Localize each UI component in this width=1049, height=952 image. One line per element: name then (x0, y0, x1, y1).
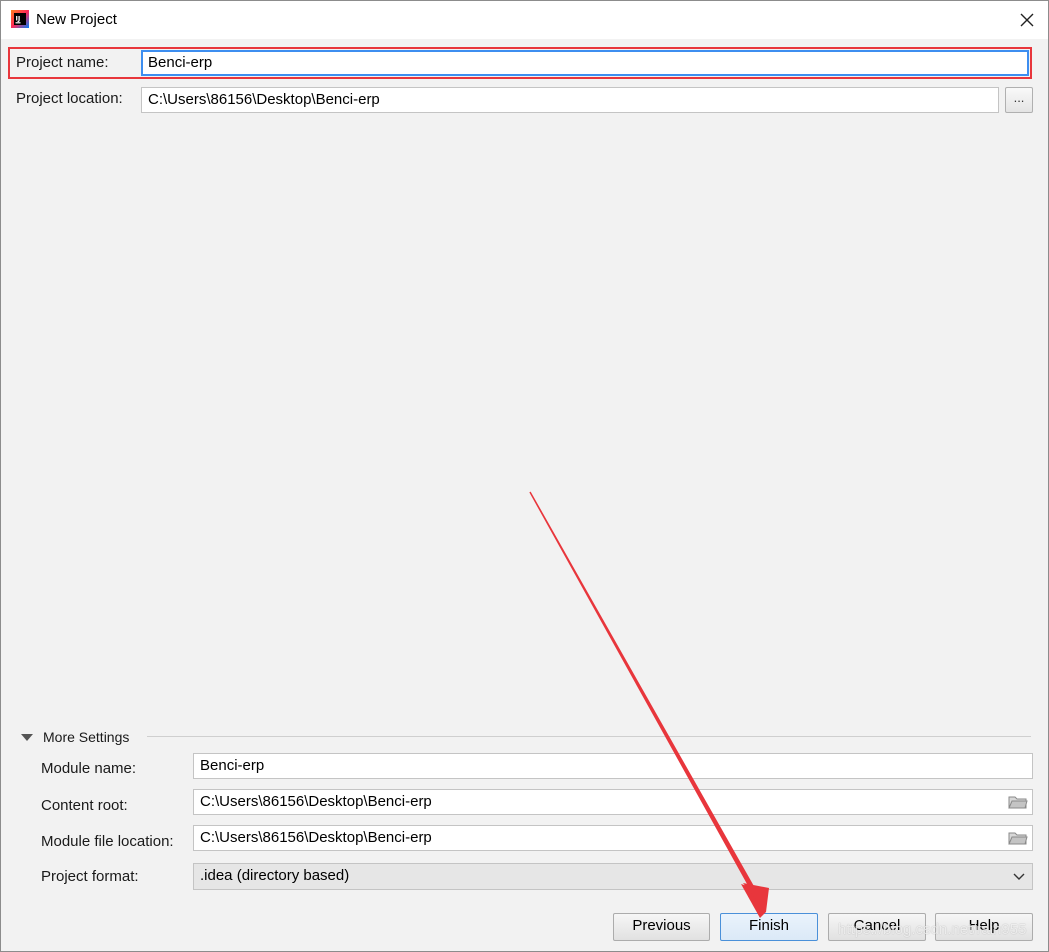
project-format-select[interactable]: .idea (directory based) (193, 863, 1033, 890)
module-file-location-label: Module file location: (41, 833, 174, 850)
close-icon (1020, 13, 1034, 27)
project-format-label: Project format: (41, 868, 139, 885)
content-root-label: Content root: (41, 797, 128, 814)
module-file-location-input[interactable]: C:\Users\86156\Desktop\Benci-erp (193, 825, 1033, 851)
folder-icon[interactable] (1008, 794, 1028, 810)
browse-location-button[interactable]: ... (1005, 87, 1033, 113)
watermark: https://blog.csdn.net/rain955 (838, 921, 1027, 938)
chevron-down-icon (1013, 873, 1025, 880)
collapse-triangle-icon (21, 733, 33, 741)
module-file-location-value: C:\Users\86156\Desktop\Benci-erp (200, 829, 432, 846)
window-title: New Project (36, 11, 117, 28)
module-name-input[interactable]: Benci-erp (193, 753, 1033, 779)
svg-text:IJ: IJ (16, 15, 21, 23)
folder-icon[interactable] (1008, 830, 1028, 846)
finish-button[interactable]: Finish (720, 913, 818, 941)
project-name-input[interactable]: Benci-erp (141, 50, 1029, 76)
more-settings-toggle[interactable]: More Settings (21, 728, 129, 746)
close-button[interactable] (1012, 5, 1042, 35)
content-root-value: C:\Users\86156\Desktop\Benci-erp (200, 793, 432, 810)
new-project-dialog: IJ New Project Project name: Benci-erp P… (0, 0, 1049, 952)
project-location-label: Project location: (16, 90, 123, 107)
content-root-input[interactable]: C:\Users\86156\Desktop\Benci-erp (193, 789, 1033, 815)
intellij-idea-icon: IJ (11, 10, 29, 28)
title-bar: IJ New Project (1, 1, 1048, 39)
section-divider (147, 736, 1031, 737)
module-name-label: Module name: (41, 760, 137, 777)
project-name-label: Project name: (16, 54, 109, 71)
project-format-value: .idea (directory based) (200, 867, 350, 884)
more-settings-title: More Settings (43, 729, 130, 745)
previous-button[interactable]: Previous (613, 913, 710, 941)
project-location-input[interactable]: C:\Users\86156\Desktop\Benci-erp (141, 87, 999, 113)
